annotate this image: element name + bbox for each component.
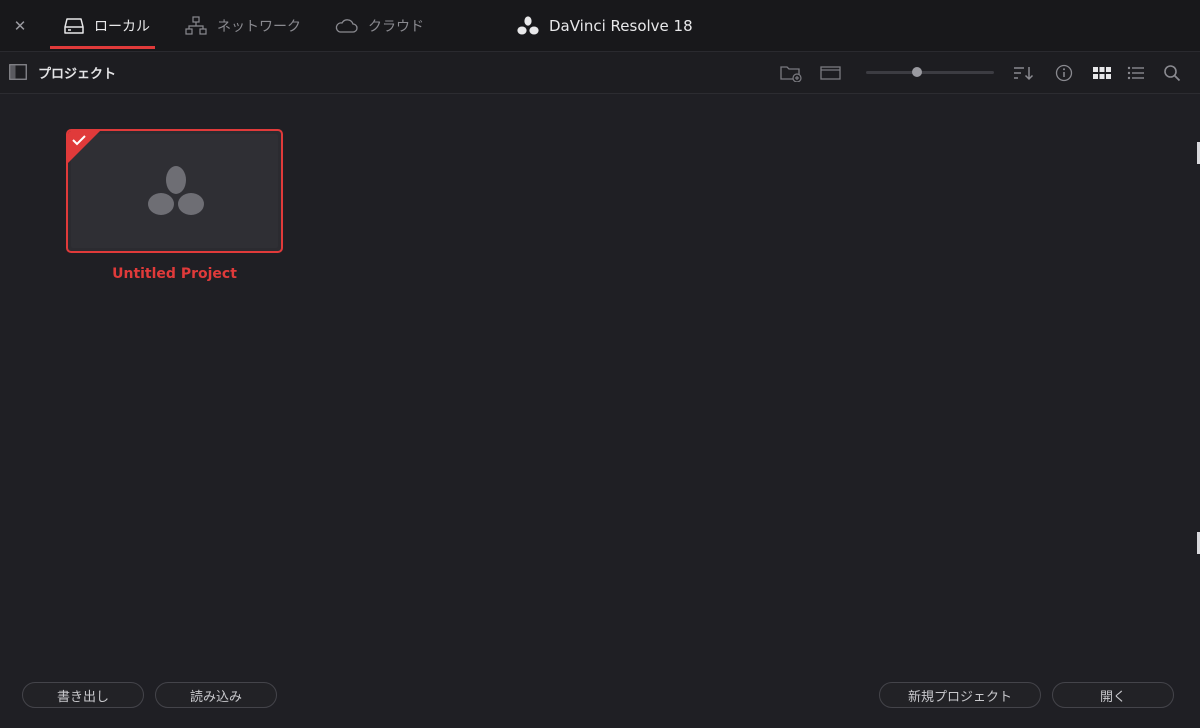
- davinci-logo-icon: [517, 16, 539, 35]
- open-button[interactable]: 開く: [1052, 682, 1174, 708]
- new-project-button[interactable]: 新規プロジェクト: [879, 682, 1041, 708]
- active-tab-indicator: [50, 46, 155, 49]
- toolbar-title: プロジェクト: [38, 67, 117, 82]
- list-view-icon[interactable]: [1125, 62, 1147, 84]
- app-title: DaVinci Resolve 18: [517, 0, 693, 52]
- sort-icon[interactable]: [1013, 62, 1035, 84]
- tab-cloud-label: クラウド: [368, 19, 424, 35]
- checkmark-icon: [72, 135, 86, 146]
- davinci-logo-icon: [148, 166, 204, 215]
- project-card[interactable]: [66, 129, 283, 253]
- thumbnail-size-slider[interactable]: [866, 71, 994, 74]
- import-button[interactable]: 読み込み: [155, 682, 277, 708]
- new-folder-icon[interactable]: [780, 62, 802, 84]
- network-icon: [185, 16, 207, 35]
- close-icon[interactable]: ✕: [10, 16, 30, 36]
- tab-network-label: ネットワーク: [217, 19, 301, 35]
- projects-toolbar: プロジェクト: [0, 52, 1200, 94]
- tab-cloud[interactable]: クラウド: [334, 0, 424, 52]
- info-icon[interactable]: [1053, 62, 1075, 84]
- tab-network[interactable]: ネットワーク: [185, 0, 301, 52]
- tab-local[interactable]: ローカル: [64, 0, 150, 52]
- sidebar-toggle-icon[interactable]: [9, 64, 27, 80]
- project-manager-tabbar: ✕ ローカル ネットワーク クラウド DaVinci Resolve 18: [0, 0, 1200, 52]
- grid-view-icon[interactable]: [1091, 62, 1113, 84]
- project-name[interactable]: Untitled Project: [66, 266, 283, 282]
- app-title-text: DaVinci Resolve 18: [549, 17, 693, 35]
- folder-view-icon[interactable]: [820, 62, 842, 84]
- drive-icon: [64, 18, 84, 34]
- tab-local-label: ローカル: [94, 19, 150, 35]
- export-button[interactable]: 書き出し: [22, 682, 144, 708]
- cloud-icon: [335, 19, 358, 33]
- search-icon[interactable]: [1161, 62, 1183, 84]
